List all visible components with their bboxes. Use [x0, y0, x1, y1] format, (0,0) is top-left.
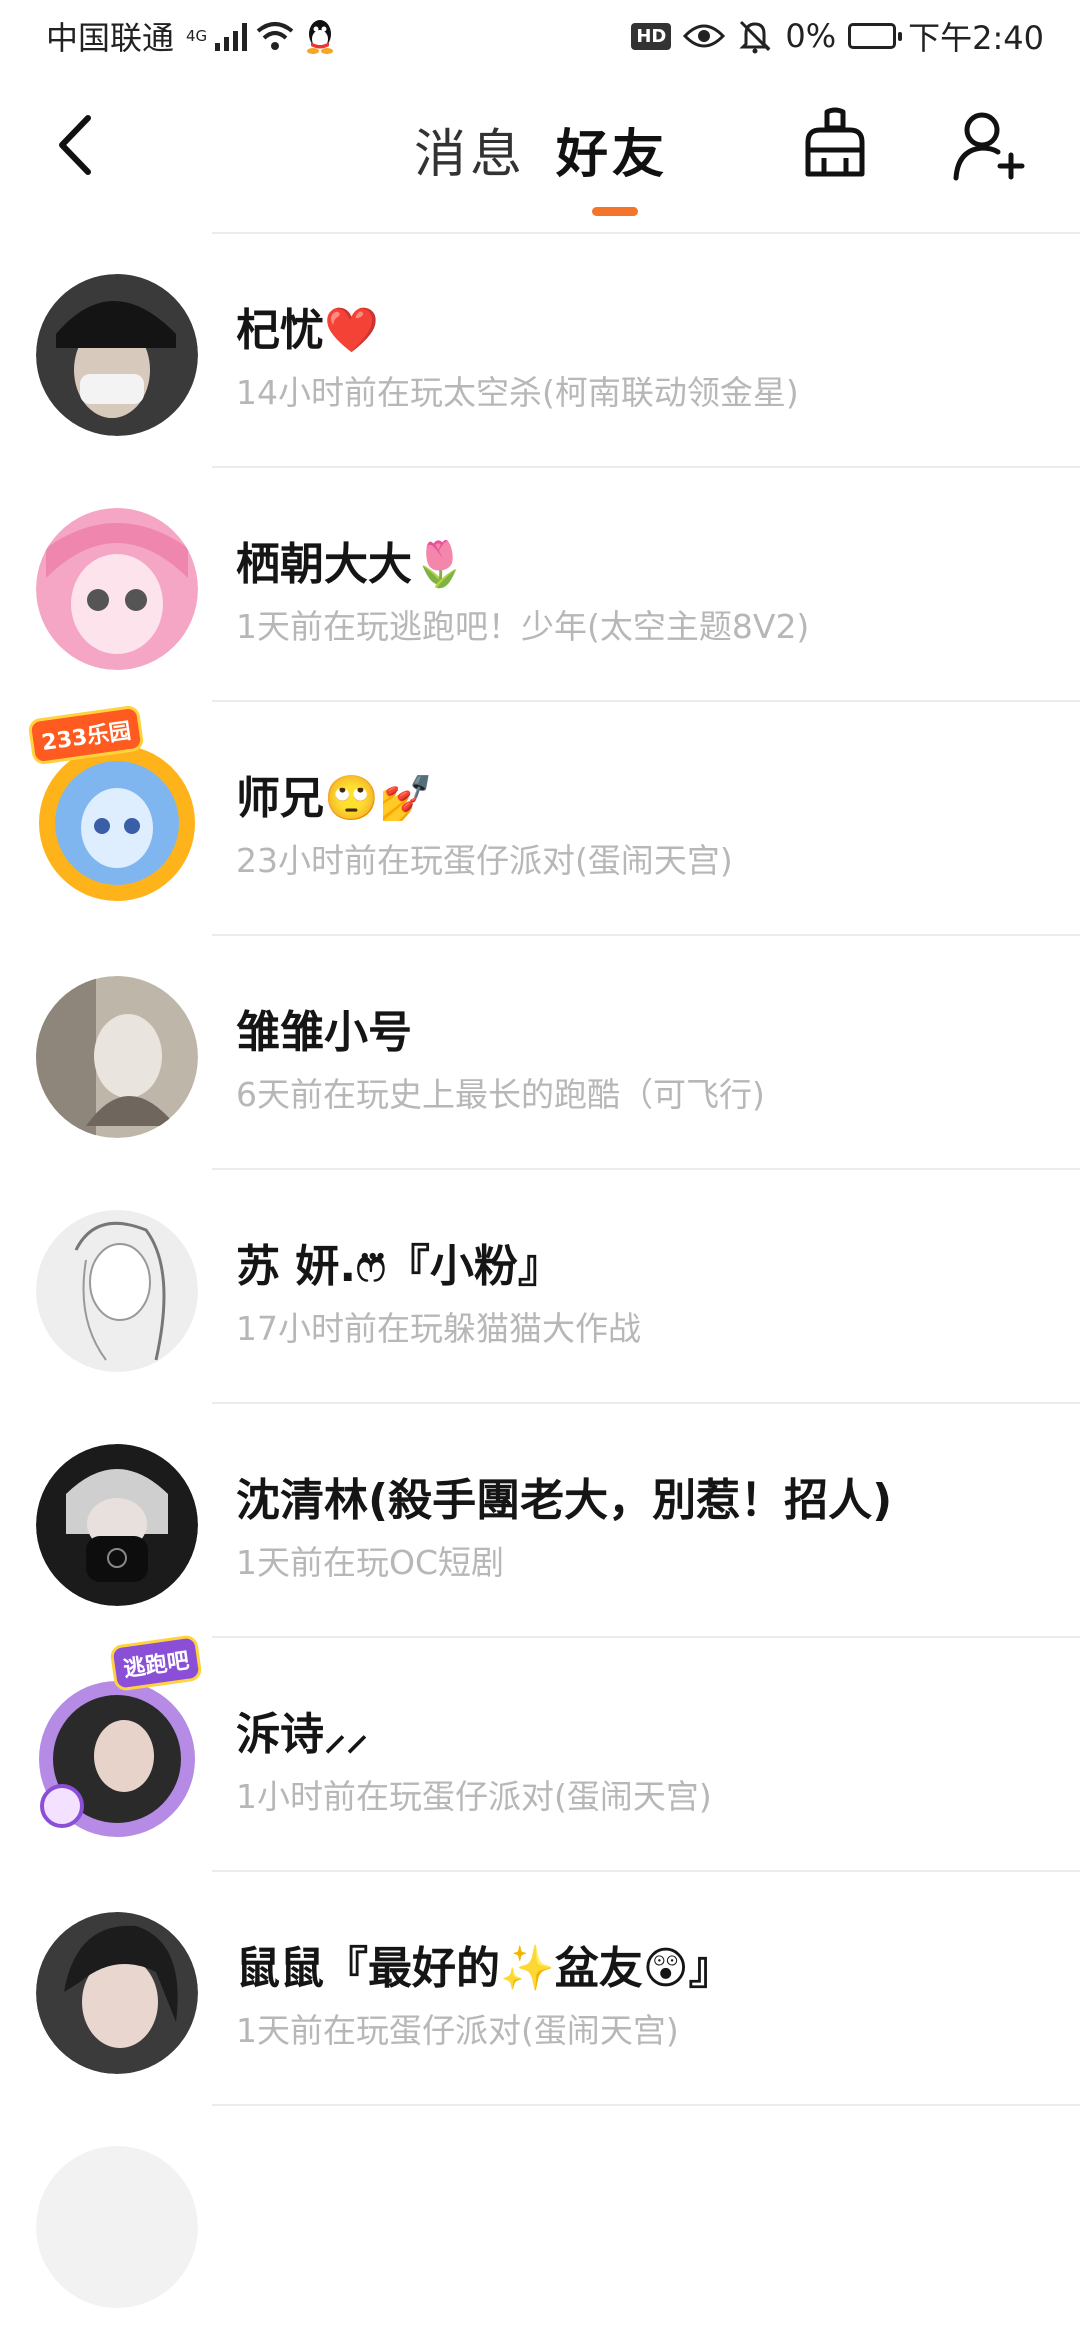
friend-name: 雏雏小号: [236, 1007, 412, 1058]
status-right: HD 0% 下午2:40: [631, 14, 1044, 58]
tab-active-indicator: [592, 207, 638, 216]
friend-row[interactable]: 鼠鼠『最好的✨盆友😲』 1天前在玩蛋仔派对(蛋闹天宫): [0, 1872, 1080, 2106]
add-friend-icon[interactable]: [950, 106, 1025, 186]
back-icon[interactable]: [50, 110, 110, 180]
friend-row[interactable]: 233乐园 师兄🙄💅 23小时前在玩蛋仔派对(蛋闹天宫): [0, 702, 1080, 936]
friend-activity: 1天前在玩OC短剧: [236, 1543, 505, 1582]
friend-row[interactable]: 栖朝大大🌷 1天前在玩逃跑吧！少年(太空主题8V2): [0, 468, 1080, 702]
tab-friends[interactable]: 好友: [556, 112, 668, 187]
avatar[interactable]: [36, 274, 198, 436]
header: 消息 好友: [0, 72, 1080, 232]
avatar[interactable]: [36, 976, 198, 1138]
friend-activity: 6天前在玩史上最长的跑酷（可飞行): [236, 1075, 765, 1114]
tab-messages[interactable]: 消息: [414, 112, 526, 187]
network-type: 4G: [186, 26, 208, 45]
status-bar: 中国联通 4G HD 0% 下午2:40: [0, 0, 1080, 72]
friend-row[interactable]: 沈清林(殺手團老大，別惹！招人) 1天前在玩OC短剧: [0, 1404, 1080, 1638]
friend-name: 鼠鼠『最好的✨盆友😲』: [236, 1943, 733, 1994]
avatar[interactable]: [36, 1678, 198, 1840]
friend-name: 沈清林(殺手團老大，別惹！招人): [236, 1475, 893, 1526]
friend-row[interactable]: 雏雏小号 6天前在玩史上最长的跑酷（可飞行): [0, 936, 1080, 1170]
qq-icon: [307, 20, 334, 54]
mute-icon: [739, 20, 771, 54]
battery-percent: 0%: [785, 17, 837, 55]
eye-icon: [683, 24, 726, 48]
friend-activity: 1天前在玩蛋仔派对(蛋闹天宫): [236, 2011, 679, 2050]
friend-row[interactable]: 苏 妍.ෆ⃛『小粉』 17小时前在玩躲猫猫大作战: [0, 1170, 1080, 1404]
friend-name: 师兄🙄💅: [236, 773, 434, 824]
friend-activity: 17小时前在玩躲猫猫大作战: [236, 1309, 641, 1348]
friend-name: 栖朝大大🌷: [236, 539, 467, 590]
friend-name: 苏 妍.ෆ⃛『小粉』: [236, 1241, 562, 1292]
broom-icon[interactable]: [800, 106, 870, 186]
wifi-icon: [256, 22, 294, 50]
carrier-label: 中国联通: [46, 19, 175, 57]
hd-icon: HD: [631, 22, 672, 50]
status-left: 中国联通 4G: [46, 14, 337, 58]
friend-activity: 1天前在玩逃跑吧！少年(太空主题8V2): [236, 607, 810, 646]
avatar[interactable]: [36, 742, 198, 904]
friend-row-partial[interactable]: [0, 2106, 1080, 2340]
friend-activity: 23小时前在玩蛋仔派对(蛋闹天宫): [236, 841, 733, 880]
friend-activity: 1小时前在玩蛋仔派对(蛋闹天宫): [236, 1777, 712, 1816]
avatar-frame-badge: 逃跑吧: [109, 1634, 203, 1692]
friend-activity: 14小时前在玩太空杀(柯南联动领金星): [236, 373, 799, 412]
avatar[interactable]: [36, 1444, 198, 1606]
avatar[interactable]: [36, 508, 198, 670]
friend-row[interactable]: 逃跑吧 泝诗⸝⸝ 1小时前在玩蛋仔派对(蛋闹天宫): [0, 1634, 1080, 1872]
avatar[interactable]: [36, 2146, 198, 2308]
clock: 下午2:40: [908, 19, 1044, 57]
friend-name: 杞忧❤️: [236, 305, 379, 356]
avatar[interactable]: [36, 1912, 198, 2074]
battery-icon: [848, 23, 903, 49]
avatar[interactable]: [36, 1210, 198, 1372]
signal-icon: [215, 21, 248, 51]
friend-row[interactable]: 杞忧❤️ 14小时前在玩太空杀(柯南联动领金星): [0, 234, 1080, 468]
friend-name: 泝诗⸝⸝: [236, 1709, 368, 1760]
